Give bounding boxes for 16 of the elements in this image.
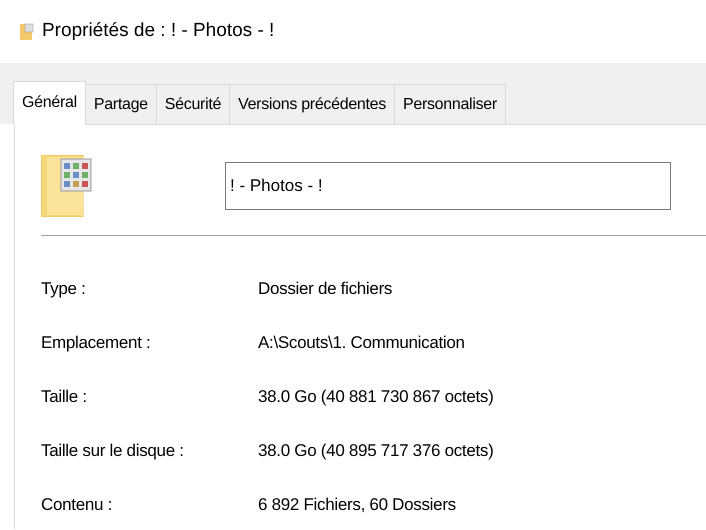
property-value: 38.0 Go (40 881 730 867 octets): [258, 386, 494, 408]
property-label: Taille :: [41, 386, 88, 408]
property-label: Contenu :: [41, 494, 114, 516]
property-value: A:\Scouts\1. Communication: [258, 332, 465, 354]
folder-icon: [20, 22, 34, 40]
folder-icon: [41, 155, 93, 217]
property-label: Type :: [41, 278, 87, 300]
property-value: 38.0 Go (40 895 717 376 octets): [258, 440, 494, 462]
name-field[interactable]: ! - Photos - !: [225, 162, 671, 210]
property-label: Emplacement :: [41, 332, 152, 354]
tab[interactable]: Personnaliser: [394, 84, 506, 124]
window-title: Propriétés de : ! - Photos - !: [42, 19, 274, 44]
property-value: Dossier de fichiers: [258, 278, 392, 300]
property-value: 6 892 Fichiers, 60 Dossiers: [258, 494, 456, 516]
property-label: Taille sur le disque :: [41, 440, 185, 462]
tab[interactable]: Général: [13, 81, 86, 125]
